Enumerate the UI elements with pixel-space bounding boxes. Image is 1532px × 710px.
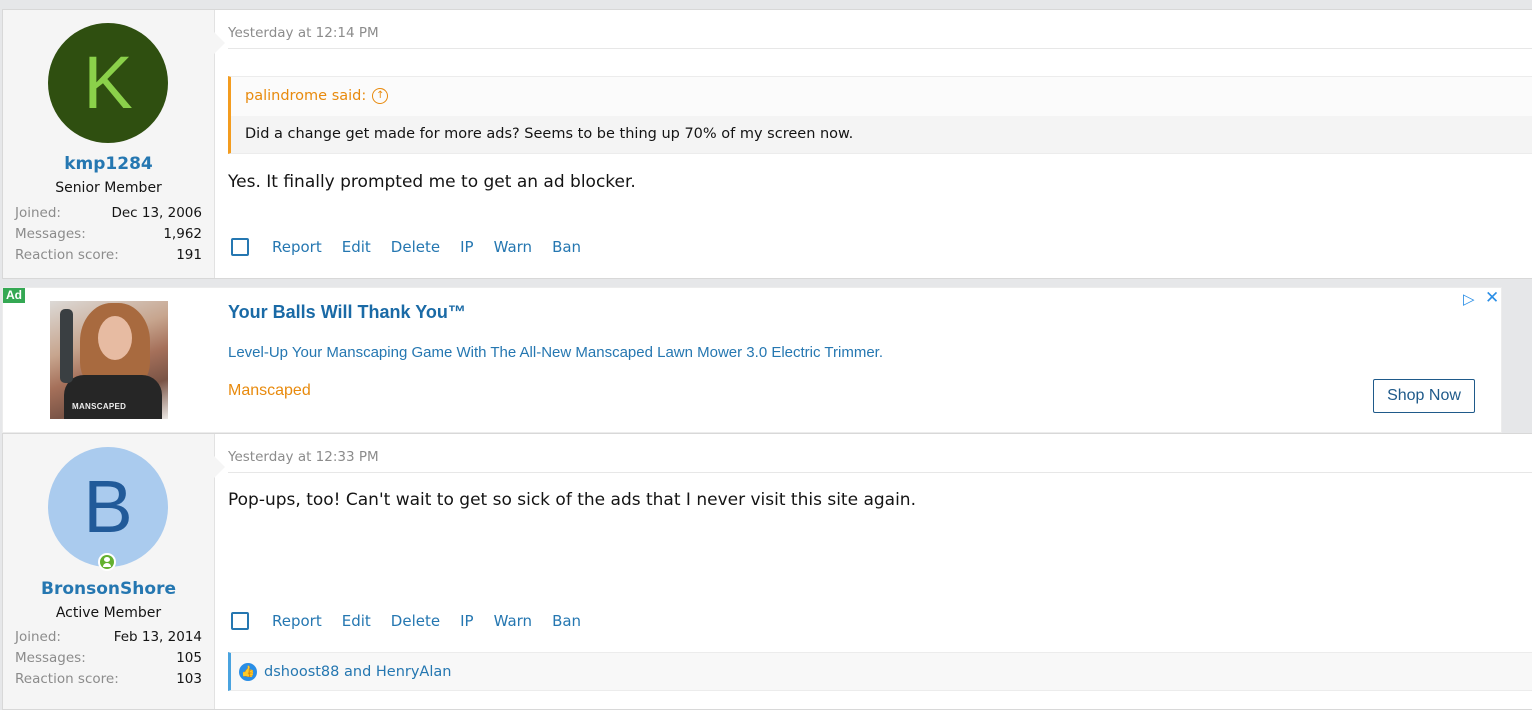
ad-description[interactable]: Level-Up Your Manscaping Game With The A… bbox=[228, 344, 883, 361]
quote-author: palindrome said: bbox=[245, 88, 367, 104]
post-actions: Report Edit Delete IP Warn Ban bbox=[228, 612, 601, 630]
quote-text: Did a change get made for more ads? Seem… bbox=[231, 116, 1532, 153]
ad-unit[interactable]: Ad MANSCAPED Your Balls Will Thank You™ … bbox=[2, 287, 1502, 433]
ad-image[interactable]: MANSCAPED bbox=[50, 301, 168, 419]
stat-label: Joined: bbox=[15, 205, 61, 221]
divider bbox=[228, 472, 1532, 473]
stat-value: 103 bbox=[176, 671, 202, 687]
user-cell: B BronsonShore Active Member Joined: Feb … bbox=[3, 434, 225, 709]
ip-link[interactable]: IP bbox=[460, 238, 473, 256]
post-message: Pop-ups, too! Can't wait to get so sick … bbox=[228, 490, 916, 510]
reaction-users[interactable]: dshoost88 and HenryAlan bbox=[264, 664, 451, 680]
post-kmp1284: K kmp1284 Senior Member Joined: Dec 13, 2… bbox=[2, 9, 1532, 279]
stat-value: 1,962 bbox=[163, 226, 202, 242]
user-title: Senior Member bbox=[55, 180, 162, 196]
like-icon: 👍 bbox=[239, 662, 257, 681]
post-actions: Report Edit Delete IP Warn Ban bbox=[228, 238, 601, 256]
post-message: Yes. It finally prompted me to get an ad… bbox=[228, 172, 636, 192]
stat-value: 105 bbox=[176, 650, 202, 666]
select-checkbox[interactable] bbox=[231, 612, 249, 630]
stat-value: 191 bbox=[176, 247, 202, 263]
ip-link[interactable]: IP bbox=[460, 612, 473, 630]
close-icon[interactable]: ✕ bbox=[1485, 288, 1499, 308]
user-title: Active Member bbox=[55, 605, 162, 621]
user-stats: Joined: Feb 13, 2014 Messages: 105 Reactio… bbox=[15, 627, 202, 690]
reactions-bar: 👍 dshoost88 and HenryAlan bbox=[228, 652, 1532, 691]
post-date[interactable]: Yesterday at 12:33 PM bbox=[228, 449, 379, 465]
warn-link[interactable]: Warn bbox=[494, 612, 532, 630]
ad-image-brand: MANSCAPED bbox=[72, 402, 127, 411]
stat-label: Messages: bbox=[15, 650, 86, 666]
username[interactable]: kmp1284 bbox=[3, 154, 214, 174]
online-status-icon bbox=[98, 553, 116, 571]
username[interactable]: BronsonShore bbox=[3, 579, 214, 599]
delete-link[interactable]: Delete bbox=[391, 238, 440, 256]
divider bbox=[228, 48, 1532, 49]
avatar[interactable]: K bbox=[48, 23, 168, 143]
shop-now-button[interactable]: Shop Now bbox=[1373, 379, 1475, 413]
edit-link[interactable]: Edit bbox=[342, 238, 371, 256]
select-checkbox[interactable] bbox=[231, 238, 249, 256]
quote-block: palindrome said: ↑ Did a change get made… bbox=[228, 76, 1532, 154]
user-cell: K kmp1284 Senior Member Joined: Dec 13, 2… bbox=[3, 10, 225, 278]
post-main: Yesterday at 12:14 PM palindrome said: ↑… bbox=[228, 10, 1532, 278]
stat-label: Reaction score: bbox=[15, 247, 119, 263]
stat-label: Messages: bbox=[15, 226, 86, 242]
ad-brand[interactable]: Manscaped bbox=[228, 382, 311, 400]
post-date[interactable]: Yesterday at 12:14 PM bbox=[228, 25, 379, 41]
report-link[interactable]: Report bbox=[272, 612, 322, 630]
user-stats: Joined: Dec 13, 2006 Messages: 1,962 React… bbox=[15, 203, 202, 266]
post-bronsonshore: B BronsonShore Active Member Joined: Feb … bbox=[2, 433, 1532, 710]
ad-title[interactable]: Your Balls Will Thank You™ bbox=[228, 302, 466, 323]
edit-link[interactable]: Edit bbox=[342, 612, 371, 630]
adchoices-icon[interactable]: ▷ bbox=[1463, 290, 1475, 308]
quote-author-link[interactable]: palindrome said: ↑ bbox=[245, 88, 389, 104]
report-link[interactable]: Report bbox=[272, 238, 322, 256]
stat-value: Feb 13, 2014 bbox=[113, 629, 202, 645]
avatar[interactable]: B bbox=[48, 447, 168, 567]
stat-label: Joined: bbox=[15, 629, 61, 645]
stat-value: Dec 13, 2006 bbox=[111, 205, 202, 221]
warn-link[interactable]: Warn bbox=[494, 238, 532, 256]
ban-link[interactable]: Ban bbox=[552, 612, 581, 630]
arrow-up-circle-icon: ↑ bbox=[372, 88, 389, 104]
delete-link[interactable]: Delete bbox=[391, 612, 440, 630]
stat-label: Reaction score: bbox=[15, 671, 119, 687]
ad-badge: Ad bbox=[3, 288, 25, 303]
post-main: Yesterday at 12:33 PM Pop-ups, too! Can'… bbox=[228, 434, 1532, 709]
ban-link[interactable]: Ban bbox=[552, 238, 581, 256]
